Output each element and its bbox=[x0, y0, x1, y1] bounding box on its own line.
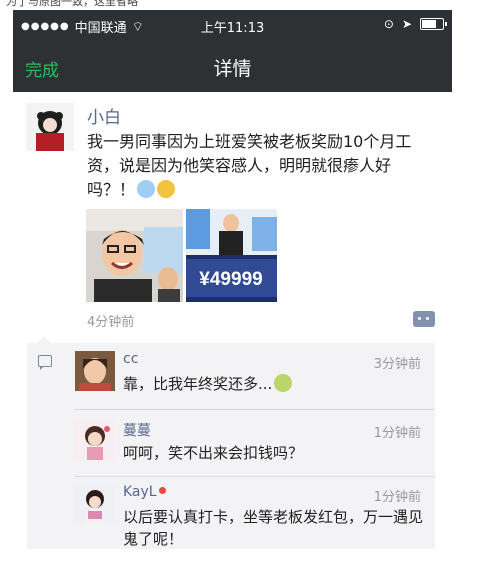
post-author[interactable]: 小白 bbox=[87, 103, 121, 128]
page-title: 详情 bbox=[213, 58, 252, 80]
post-photo-1[interactable] bbox=[86, 209, 183, 302]
pin-icon bbox=[158, 487, 166, 494]
comment-time: 1分钟前 bbox=[373, 426, 421, 441]
comment-author-name[interactable]: KayL bbox=[123, 484, 157, 500]
comment-item[interactable]: 蔓蔓 1分钟前 呵呵，笑不出来会扣钱吗？ bbox=[75, 420, 435, 468]
photo-amount-text: ¥49999 bbox=[199, 269, 262, 290]
comment-author[interactable]: 蔓蔓 bbox=[123, 420, 151, 440]
status-bar: ●●●●● 中国联通 ⌔ 上午11:13 ⊙ ➤ bbox=[13, 10, 452, 40]
comment-divider bbox=[75, 476, 435, 477]
comment-author[interactable]: cc bbox=[123, 351, 138, 367]
comment-text: 呵呵，笑不出来会扣钱吗？ bbox=[123, 444, 304, 462]
battery-level bbox=[422, 20, 436, 28]
battery-icon bbox=[420, 18, 447, 30]
orientation-lock-icon: ⊙ bbox=[383, 17, 394, 31]
comment-avatar[interactable] bbox=[75, 484, 115, 524]
comment-item[interactable]: KayL 1分钟前 以后要认真打卡，坐等老板发红包，万一遇见鬼了呢！ bbox=[75, 484, 435, 548]
comment-time: 1分钟前 bbox=[373, 490, 421, 505]
sick-emoji-icon bbox=[274, 374, 293, 392]
comment-section: cc 3分钟前 靠，比我年终奖还多... 蔓蔓 1分钟前 呵呵，笑不出来会扣钱吗… bbox=[27, 336, 435, 549]
post-photo-2[interactable]: ¥49999 bbox=[186, 209, 277, 302]
comment-divider bbox=[75, 409, 435, 410]
status-right: ⊙ ➤ bbox=[383, 17, 447, 31]
comment-item[interactable]: cc 3分钟前 靠，比我年终奖还多... bbox=[75, 351, 435, 399]
comment-menu-icon[interactable] bbox=[413, 311, 435, 327]
nav-bar: 完成 详情 bbox=[13, 40, 452, 92]
comment-text: 以后要认真打卡，坐等老板发红包，万一遇见鬼了呢！ bbox=[123, 508, 424, 548]
comment-author[interactable]: KayL bbox=[123, 484, 166, 500]
comment-text-body: 靠，比我年终奖还多... bbox=[123, 375, 273, 393]
location-icon: ➤ bbox=[401, 17, 412, 31]
comment-bubble-icon bbox=[38, 355, 52, 370]
avatar[interactable] bbox=[26, 103, 74, 151]
post-time: 4分钟前 bbox=[87, 315, 135, 330]
top-caption: 为了与原图一致，这里省略 bbox=[6, 0, 138, 8]
phone-screen: ●●●●● 中国联通 ⌔ 上午11:13 ⊙ ➤ 完成 详情 小白 我一男同事因… bbox=[13, 10, 452, 559]
comment-avatar[interactable] bbox=[75, 420, 115, 460]
scream-emoji-icon bbox=[137, 180, 156, 198]
comment-time: 3分钟前 bbox=[373, 357, 421, 372]
post-text: 我一男同事因为上班爱笑被老板奖励10个月工资，说是因为他笑容感人，明明就很瘆人好… bbox=[87, 130, 437, 202]
post-text-body: 我一男同事因为上班爱笑被老板奖励10个月工资，说是因为他笑容感人，明明就很瘆人好… bbox=[87, 132, 412, 199]
comment-text: 靠，比我年终奖还多... bbox=[123, 373, 423, 395]
sad-emoji-icon bbox=[157, 180, 176, 198]
comment-avatar[interactable] bbox=[75, 351, 115, 391]
